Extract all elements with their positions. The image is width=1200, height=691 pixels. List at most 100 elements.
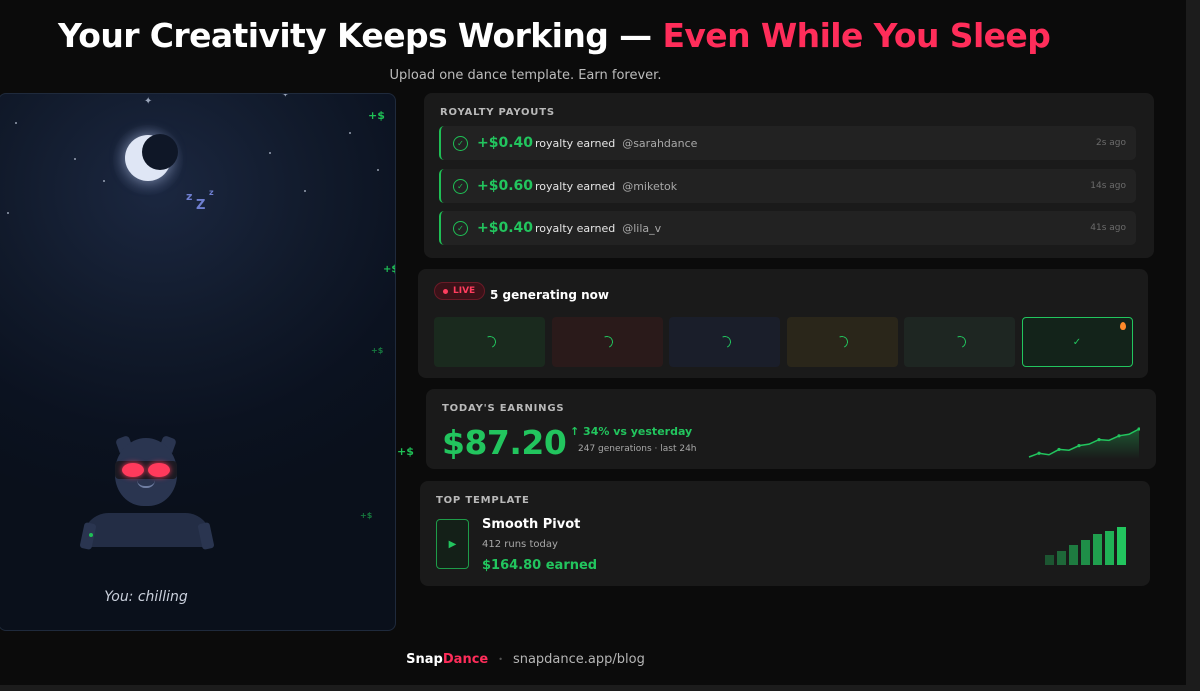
payout-amount: +$0.40 <box>477 220 534 236</box>
sparkline-point <box>1117 434 1121 438</box>
check-icon: ✓ <box>453 135 468 151</box>
star-icon <box>7 212 9 214</box>
template-runs: 412 runs today <box>482 539 558 550</box>
template-bar <box>1081 540 1090 565</box>
avatar-body <box>83 513 211 547</box>
spinner-icon <box>951 334 968 350</box>
payouts-label: ROYALTY PAYOUTS <box>440 107 555 118</box>
sparkline-point <box>1077 444 1081 448</box>
generation-tile-done[interactable]: ✓ <box>1021 317 1133 367</box>
sleep-illustration-panel: ✦ ✦ z Z z +$ +$ +$ +$ +$ You: chilling <box>0 93 396 631</box>
template-bar-chart <box>1045 525 1126 565</box>
payout-user: @miketok <box>622 179 678 193</box>
payout-text: royalty earned <box>535 179 616 193</box>
spinner-icon <box>834 334 850 350</box>
generation-tile[interactable] <box>786 317 898 367</box>
page-subtitle: Upload one dance template. Earn forever. <box>389 68 662 83</box>
earnings-amount: $87.20 <box>442 423 567 462</box>
star-icon <box>74 158 76 160</box>
live-dot-icon <box>443 288 448 294</box>
play-template-button[interactable]: ▶ <box>436 519 469 569</box>
payout-time: 41s ago <box>1090 223 1126 233</box>
template-name: Smooth Pivot <box>482 517 581 532</box>
star-icon <box>377 169 379 171</box>
sleep-z-icon: z <box>209 188 214 197</box>
todays-earnings-card: TODAY'S EARNINGS $87.20 ↑ 34% vs yesterd… <box>426 389 1156 469</box>
generation-tile[interactable] <box>434 317 545 367</box>
star-icon <box>103 180 105 182</box>
payout-row[interactable]: ✓ +$0.40 royalty earned @sarahdance 2s a… <box>439 126 1136 160</box>
star-icon <box>304 190 306 192</box>
mask-lens-left <box>122 463 144 477</box>
payout-row[interactable]: ✓ +$0.60 royalty earned @miketok 14s ago <box>439 169 1136 203</box>
live-generation-card: LIVE 5 generating now ✓ <box>418 269 1148 378</box>
flame-icon <box>1119 322 1126 330</box>
sparkle-icon: ✦ <box>144 96 153 107</box>
sparkle-icon: ✦ <box>282 93 289 99</box>
page-title: Your Creativity Keeps Working — Even Whi… <box>58 16 1051 55</box>
royalty-payouts-card: ROYALTY PAYOUTS ✓ +$0.40 royalty earned … <box>424 93 1154 258</box>
payout-amount: +$0.40 <box>477 135 534 151</box>
money-float: +$ <box>397 445 414 458</box>
title-accent: Even While You Sleep <box>662 16 1051 55</box>
template-bar <box>1045 555 1054 565</box>
template-earned: $164.80 earned <box>482 558 598 573</box>
sparkline-point <box>1037 451 1041 455</box>
money-float: +$ <box>368 109 385 122</box>
brand-part-b: Dance <box>442 652 489 667</box>
template-bar <box>1069 545 1078 565</box>
check-icon: ✓ <box>453 178 468 194</box>
generation-tile[interactable] <box>551 317 663 367</box>
top-template-card: TOP TEMPLATE ▶ Smooth Pivot 412 runs tod… <box>420 481 1150 586</box>
star-icon <box>269 152 271 154</box>
top-template-label: TOP TEMPLATE <box>436 495 530 506</box>
spinner-icon <box>716 334 733 350</box>
money-float: +$ <box>371 346 384 355</box>
window-edge-bottom <box>0 685 1200 691</box>
payout-time: 14s ago <box>1090 181 1126 191</box>
star-icon <box>15 122 17 124</box>
brand-logo[interactable]: SnapDance <box>406 652 488 667</box>
earnings-subtext: 247 generations · last 24h <box>578 444 697 454</box>
payout-text: royalty earned <box>535 136 616 150</box>
payout-row[interactable]: ✓ +$0.40 royalty earned @lila_v 41s ago <box>439 211 1136 245</box>
spinner-icon <box>599 334 615 350</box>
payout-amount: +$0.60 <box>477 178 534 194</box>
spinner-icon <box>481 334 498 350</box>
payout-user: @sarahdance <box>622 136 698 150</box>
phone-light <box>89 533 93 537</box>
payout-time: 2s ago <box>1095 138 1126 148</box>
money-float: +$ <box>383 264 395 275</box>
money-float: +$ <box>360 511 373 520</box>
blog-link[interactable]: snapdance.app/blog <box>513 652 645 667</box>
sleep-z-icon: Z <box>196 198 206 213</box>
window-edge-right <box>1186 0 1200 691</box>
live-badge-label: LIVE <box>453 286 476 296</box>
generation-tile[interactable] <box>904 317 1015 367</box>
payout-text: royalty earned <box>535 221 616 235</box>
moon-shadow <box>142 134 178 170</box>
template-bar <box>1057 551 1066 565</box>
live-badge: LIVE <box>434 282 486 300</box>
generation-tile[interactable] <box>669 317 780 367</box>
template-bar <box>1105 531 1114 565</box>
check-icon: ✓ <box>453 220 468 236</box>
template-bar <box>1117 527 1126 565</box>
earnings-delta: ↑ 34% vs yesterday <box>570 425 693 438</box>
earnings-label: TODAY'S EARNINGS <box>442 403 565 414</box>
payout-user: @lila_v <box>622 221 662 235</box>
earnings-sparkline <box>1028 427 1140 459</box>
user-status: You: chilling <box>104 589 188 605</box>
sleep-z-icon: z <box>186 190 193 203</box>
generating-count: 5 generating now <box>490 288 609 302</box>
title-main: Your Creativity Keeps Working — <box>58 16 663 55</box>
play-icon: ▶ <box>448 538 457 550</box>
check-icon: ✓ <box>1072 336 1082 348</box>
footer-separator: • <box>498 655 503 664</box>
star-icon <box>349 132 351 134</box>
brand-part-a: Snap <box>406 652 443 667</box>
mask-lens-right <box>148 463 170 477</box>
sparkline-point <box>1057 447 1061 452</box>
sparkline-point <box>1097 437 1101 442</box>
template-bar <box>1093 533 1102 565</box>
